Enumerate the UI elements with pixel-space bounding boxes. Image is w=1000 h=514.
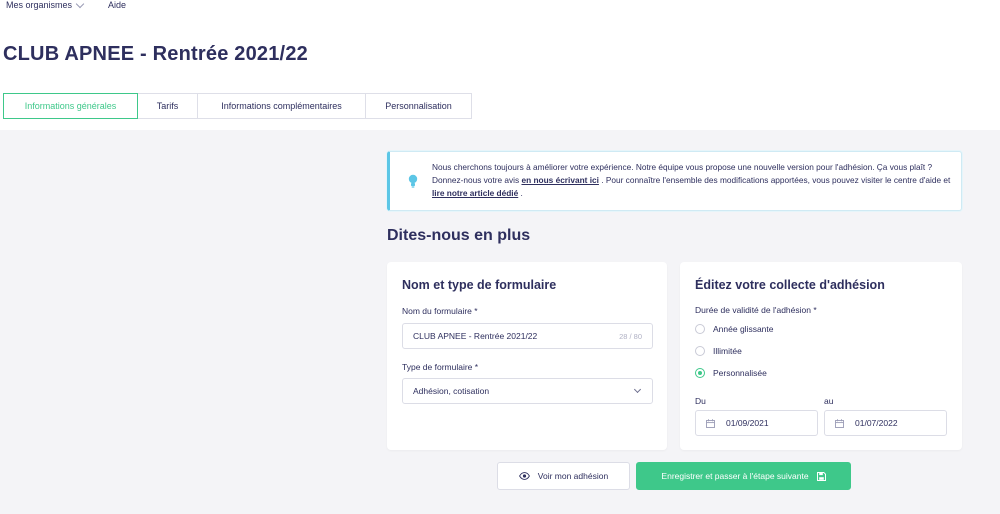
char-counter: 28 / 80 — [619, 331, 642, 341]
form-type-label: Type de formulaire * — [402, 362, 479, 372]
card-title-collection: Éditez votre collecte d'adhésion — [695, 278, 885, 292]
nav-organisations[interactable]: Mes organismes — [6, 0, 85, 10]
radio-button[interactable] — [695, 346, 705, 356]
preview-membership-button[interactable]: Voir mon adhésion — [497, 462, 630, 490]
top-nav-bar: Mes organismes Aide — [0, 0, 1000, 26]
radio-rolling-year[interactable]: Année glissante — [695, 324, 774, 334]
date-to-label: au — [824, 396, 834, 406]
date-from-input[interactable]: 01/09/2021 — [695, 410, 818, 436]
radio-label: Personnalisée — [713, 368, 767, 378]
tab-bar: Informations générales Tarifs Informatio… — [3, 93, 472, 119]
form-name-input[interactable]: CLUB APNEE - Rentrée 2021/22 28 / 80 — [402, 323, 653, 349]
preview-button-label: Voir mon adhésion — [537, 471, 609, 481]
form-name-value: CLUB APNEE - Rentrée 2021/22 — [413, 331, 538, 341]
nav-help-label: Aide — [108, 0, 127, 10]
write-us-link[interactable]: en nous écrivant ici — [521, 175, 598, 185]
save-button-label: Enregistrer et passer à l'étape suivante — [661, 471, 809, 481]
tab-general-info[interactable]: Informations générales — [3, 93, 138, 119]
date-from-value: 01/09/2021 — [726, 418, 769, 428]
tab-additional-info[interactable]: Informations complémentaires — [198, 93, 366, 119]
calendar-icon — [706, 419, 715, 428]
floppy-disk-icon — [816, 471, 826, 481]
save-next-step-button[interactable]: Enregistrer et passer à l'étape suivante — [636, 462, 851, 490]
form-name-label: Nom du formulaire * — [402, 306, 478, 316]
form-name-type-card: Nom et type de formulaire Nom du formula… — [387, 262, 667, 450]
lightbulb-icon — [408, 174, 418, 188]
page-title: CLUB APNEE - Rentrée 2021/22 — [3, 43, 308, 65]
date-from-label: Du — [695, 396, 706, 406]
read-article-link[interactable]: lire notre article dédié — [432, 188, 518, 198]
radio-custom[interactable]: Personnalisée — [695, 368, 767, 378]
form-type-select[interactable]: Adhésion, cotisation — [402, 378, 653, 404]
radio-button-checked[interactable] — [695, 368, 705, 378]
radio-label: Année glissante — [713, 324, 774, 334]
chevron-down-icon — [633, 385, 642, 394]
callout-text-2: . Pour connaître l'ensemble des modifica… — [598, 175, 951, 185]
feedback-callout: Nous cherchons toujours à améliorer votr… — [387, 151, 962, 211]
date-to-input[interactable]: 01/07/2022 — [824, 410, 947, 436]
nav-help[interactable]: Aide — [108, 0, 126, 10]
radio-unlimited[interactable]: Illimitée — [695, 346, 742, 356]
calendar-icon — [835, 419, 844, 428]
feedback-callout-text: Nous cherchons toujours à améliorer votr… — [432, 161, 954, 200]
form-type-value: Adhésion, cotisation — [413, 386, 490, 396]
date-to-value: 01/07/2022 — [855, 418, 898, 428]
radio-button[interactable] — [695, 324, 705, 334]
nav-organisations-label: Mes organismes — [6, 0, 73, 10]
tab-customization[interactable]: Personnalisation — [366, 93, 472, 119]
chevron-down-icon — [75, 0, 85, 8]
validity-label: Durée de validité de l'adhésion * — [695, 305, 817, 315]
card-title-form: Nom et type de formulaire — [402, 278, 557, 292]
radio-label: Illimitée — [713, 346, 742, 356]
section-title: Dites-nous en plus — [387, 227, 531, 244]
membership-collection-card: Éditez votre collecte d'adhésion Durée d… — [680, 262, 962, 450]
callout-text-3: . — [518, 188, 523, 198]
eye-icon — [518, 472, 530, 480]
tab-rates[interactable]: Tarifs — [138, 93, 198, 119]
